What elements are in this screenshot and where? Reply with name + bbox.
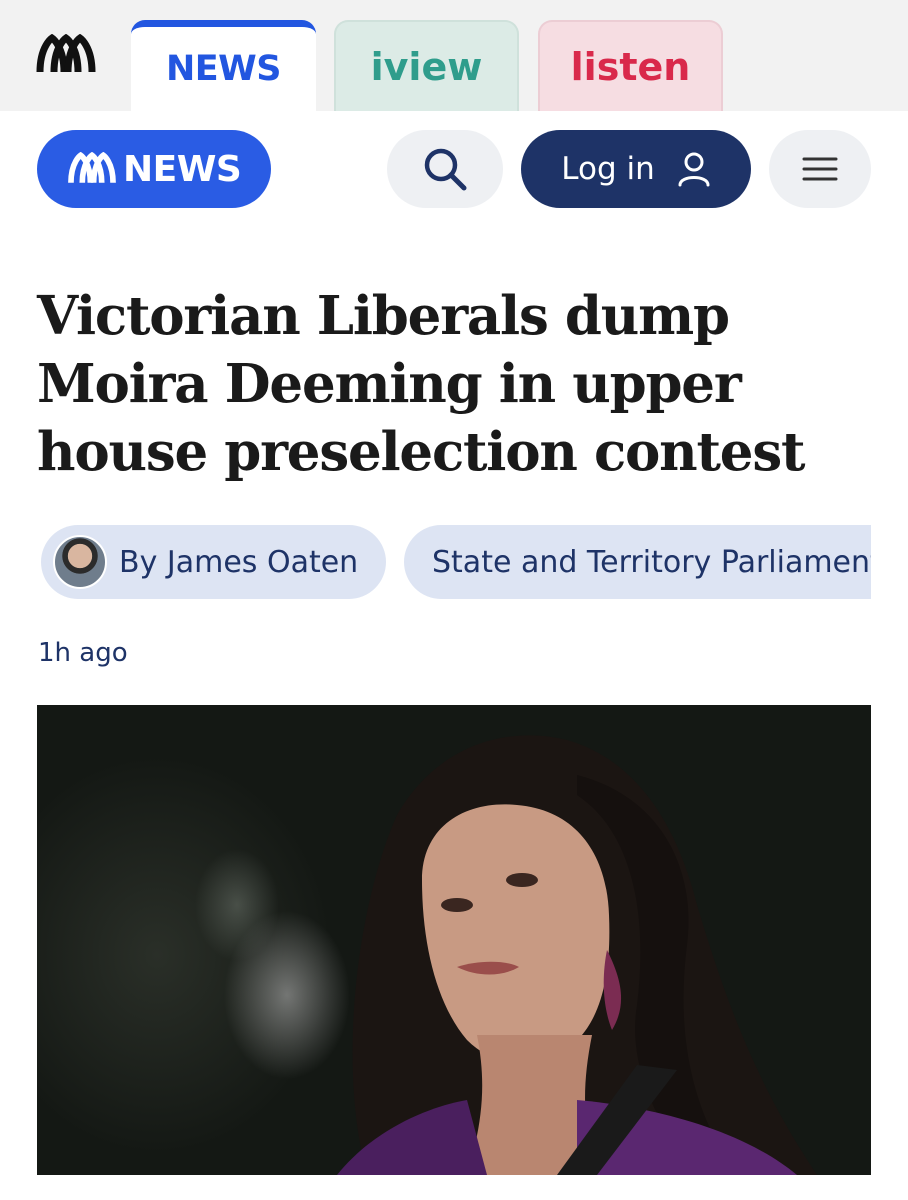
product-tab-strip: NEWS iview listen [0,0,908,111]
author-name: By James Oaten [119,544,359,580]
article-hero-image [37,705,871,1175]
article-headline: Victorian Liberals dump Moira Deeming in… [37,285,805,483]
search-button[interactable] [387,130,503,208]
published-time: 1h ago [38,638,128,668]
abc-logo-icon [68,152,116,183]
tab-listen[interactable]: listen [538,20,723,111]
login-button[interactable]: Log in [521,130,751,208]
user-icon [678,152,710,187]
author-chip[interactable]: By James Oaten [41,525,386,599]
login-label: Log in [561,151,655,187]
search-icon [424,148,467,191]
abc-logo-icon[interactable] [36,34,96,76]
hamburger-menu-icon [802,157,838,181]
abc-news-home-link[interactable]: NEWS [37,130,271,208]
portrait-photo [337,735,817,1175]
tab-iview[interactable]: iview [334,20,519,111]
author-avatar [53,535,107,589]
topic-chip[interactable]: State and Territory Parliaments [404,525,871,599]
menu-button[interactable] [769,130,871,208]
news-logo-text: NEWS [123,148,242,190]
tab-news[interactable]: NEWS [131,20,316,111]
topic-label: State and Territory Parliaments [432,544,871,580]
